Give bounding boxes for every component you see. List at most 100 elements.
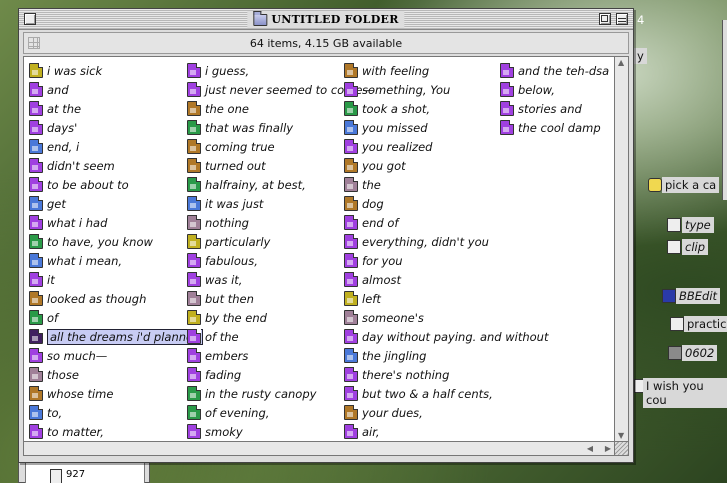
file-item[interactable]: end of bbox=[344, 214, 398, 231]
background-window[interactable]: 927 bbox=[18, 463, 150, 483]
type-app-icon[interactable] bbox=[667, 218, 681, 232]
sticky-note-icon[interactable] bbox=[648, 178, 662, 192]
file-item[interactable]: but then bbox=[187, 290, 254, 307]
file-item[interactable]: took a shot, bbox=[344, 100, 430, 117]
file-item[interactable]: and bbox=[29, 81, 69, 98]
bbedit-icon[interactable] bbox=[662, 289, 676, 303]
file-item[interactable]: the cool damp bbox=[500, 119, 601, 136]
file-item[interactable]: it bbox=[29, 271, 55, 288]
grid-view-icon[interactable] bbox=[28, 37, 40, 49]
file-item[interactable]: your dues, bbox=[344, 404, 423, 421]
file-item[interactable]: particularly bbox=[187, 233, 270, 250]
desktop-item-label[interactable]: pick a ca bbox=[662, 177, 720, 193]
file-item[interactable]: whose time bbox=[29, 385, 113, 402]
scroll-down-arrow-icon[interactable]: ▼ bbox=[618, 432, 624, 440]
document-icon[interactable] bbox=[670, 317, 684, 331]
file-item[interactable]: to matter, bbox=[29, 423, 104, 440]
collapse-box[interactable] bbox=[616, 13, 628, 25]
file-item[interactable]: by the end bbox=[187, 309, 267, 326]
file-item[interactable]: didn't seem bbox=[29, 157, 115, 174]
desktop-item-label[interactable]: practic bbox=[684, 316, 727, 332]
file-item[interactable]: everything, didn't you bbox=[344, 233, 489, 250]
file-item[interactable]: get bbox=[29, 195, 66, 212]
file-item[interactable]: was it, bbox=[187, 271, 242, 288]
file-item[interactable]: those bbox=[29, 366, 79, 383]
file-item[interactable]: dog bbox=[344, 195, 384, 212]
vertical-scrollbar[interactable]: ▲ ▼ bbox=[614, 56, 629, 443]
file-item[interactable]: of the bbox=[187, 328, 239, 345]
file-item[interactable]: but two & a half cents, bbox=[344, 385, 493, 402]
file-item[interactable]: fabulous, bbox=[187, 252, 258, 269]
file-item[interactable]: halfrainy, at best, bbox=[187, 176, 306, 193]
file-item[interactable]: to have, you know bbox=[29, 233, 153, 250]
desktop-item-label[interactable]: BBEdit bbox=[676, 288, 721, 304]
file-item[interactable]: looked as though bbox=[29, 290, 146, 307]
horizontal-scrollbar[interactable]: ◀ ▶ bbox=[23, 441, 618, 456]
desktop-item-label[interactable]: type bbox=[682, 217, 714, 233]
scroll-up-arrow-icon[interactable]: ▲ bbox=[618, 59, 624, 67]
file-item[interactable]: you realized bbox=[344, 138, 432, 155]
file-item[interactable]: almost bbox=[344, 271, 401, 288]
file-item[interactable]: air, bbox=[344, 423, 380, 440]
desktop-item-label[interactable]: clip bbox=[682, 239, 709, 255]
file-item[interactable]: below, bbox=[500, 81, 555, 98]
file-item[interactable]: embers bbox=[187, 347, 248, 364]
file-item[interactable]: all the dreams i'd planned bbox=[29, 328, 204, 345]
file-item[interactable]: there's nothing bbox=[344, 366, 449, 383]
document-icon bbox=[344, 310, 358, 325]
file-item[interactable]: i was sick bbox=[29, 62, 102, 79]
file-item[interactable]: at the bbox=[29, 100, 81, 117]
file-item[interactable]: smoky bbox=[187, 423, 243, 440]
document-icon bbox=[187, 177, 201, 192]
file-item[interactable]: days' bbox=[29, 119, 77, 136]
file-item[interactable]: the one bbox=[187, 100, 249, 117]
document-icon bbox=[344, 139, 358, 154]
close-box[interactable] bbox=[24, 13, 36, 25]
file-item[interactable]: turned out bbox=[187, 157, 266, 174]
finder-window[interactable]: UNTITLED FOLDER 64 items, 4.15 GB availa… bbox=[18, 8, 634, 463]
file-item[interactable]: you missed bbox=[344, 119, 428, 136]
file-item[interactable]: end, i bbox=[29, 138, 79, 155]
file-item[interactable]: of bbox=[29, 309, 58, 326]
resize-grow-box[interactable] bbox=[614, 441, 629, 456]
file-item[interactable]: to be about to bbox=[29, 176, 129, 193]
document-icon bbox=[29, 272, 43, 287]
file-item[interactable]: in the rusty canopy bbox=[187, 385, 316, 402]
file-item[interactable]: something, You bbox=[344, 81, 450, 98]
file-item[interactable]: someone's bbox=[344, 309, 424, 326]
file-item-label: i guess, bbox=[205, 63, 250, 78]
file-item[interactable]: to, bbox=[29, 404, 62, 421]
clipping-icon[interactable] bbox=[667, 240, 681, 254]
document-icon bbox=[344, 386, 358, 401]
file-item[interactable]: with feeling bbox=[344, 62, 429, 79]
file-item[interactable]: the jingling bbox=[344, 347, 427, 364]
file-item[interactable]: what i had bbox=[29, 214, 107, 231]
file-item[interactable]: so much— bbox=[29, 347, 107, 364]
file-item[interactable]: what i mean, bbox=[29, 252, 122, 269]
file-item[interactable]: left bbox=[344, 290, 381, 307]
scroll-left-arrow-icon[interactable]: ◀ bbox=[587, 445, 593, 453]
file-item[interactable]: you got bbox=[344, 157, 406, 174]
file-item[interactable]: nothing bbox=[187, 214, 249, 231]
zoom-box[interactable] bbox=[599, 13, 611, 25]
file-item[interactable]: that was finally bbox=[187, 119, 293, 136]
file-item[interactable]: stories and bbox=[500, 100, 582, 117]
file-item[interactable]: it was just bbox=[187, 195, 263, 212]
file-item[interactable]: the bbox=[344, 176, 381, 193]
file-item[interactable]: of evening, bbox=[187, 404, 269, 421]
file-list-area[interactable]: i was sick and at the days' end, i didn't see… bbox=[23, 56, 618, 443]
file-item[interactable]: for you bbox=[344, 252, 403, 269]
file-item[interactable]: and the teh-dsa bbox=[500, 62, 609, 79]
document-icon bbox=[29, 82, 43, 97]
file-item[interactable]: i guess, bbox=[187, 62, 249, 79]
document-icon bbox=[187, 272, 201, 287]
file-item[interactable]: fading bbox=[187, 366, 241, 383]
scroll-right-arrow-icon[interactable]: ▶ bbox=[605, 445, 611, 453]
file-item[interactable]: day without paying. and without bbox=[344, 328, 548, 345]
desktop-item-label[interactable]: I wish you cou bbox=[643, 378, 727, 408]
file-item-label: and the teh-dsa bbox=[518, 63, 610, 78]
title-bar[interactable]: UNTITLED FOLDER bbox=[19, 9, 633, 30]
desktop-item-label[interactable]: 0602 bbox=[682, 345, 718, 361]
photo-icon[interactable] bbox=[668, 346, 682, 360]
file-item[interactable]: coming true bbox=[187, 138, 275, 155]
